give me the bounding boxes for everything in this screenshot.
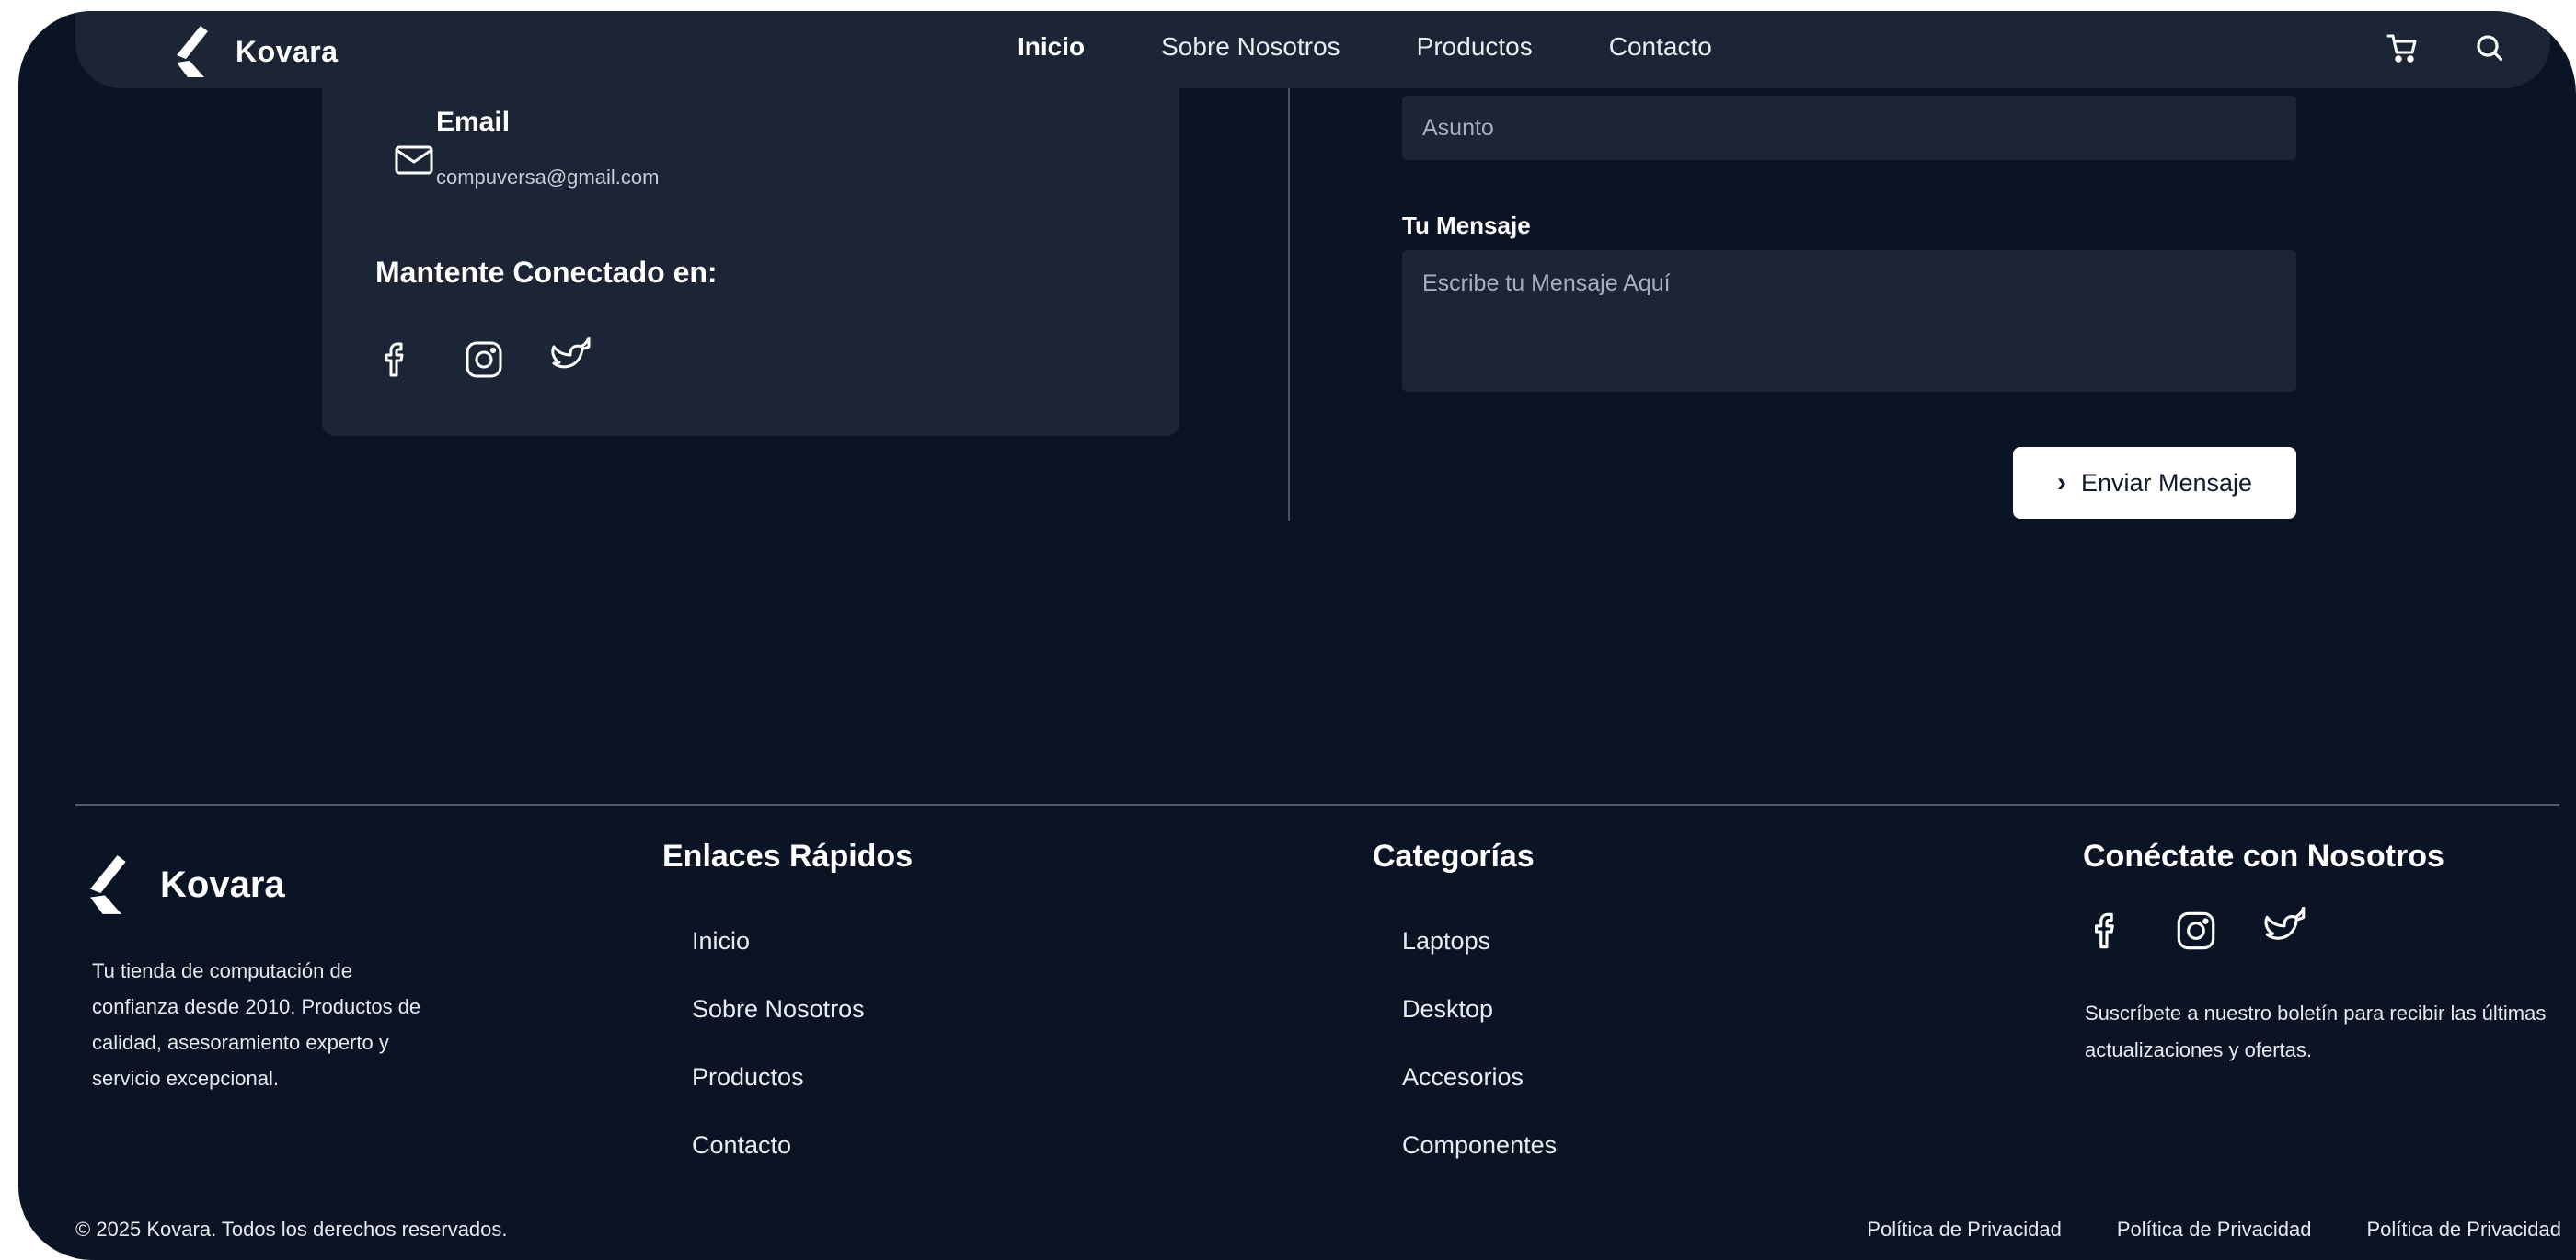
nav-actions xyxy=(2385,29,2508,66)
quick-links-title: Enlaces Rápidos xyxy=(662,839,914,874)
nav-brand[interactable]: Kovara xyxy=(177,26,339,77)
nav-link-inicio[interactable]: Inicio xyxy=(989,26,1113,81)
legal-links: Política de Privacidad Política de Priva… xyxy=(1867,1218,2561,1242)
card-social-links xyxy=(374,337,594,383)
page-frame: Kovara Inicio Sobre Nosotros Productos C… xyxy=(18,11,2576,1260)
categories-title: Categorías xyxy=(1373,839,1535,874)
footer-divider xyxy=(75,804,2559,806)
footer-link-sobre-nosotros[interactable]: Sobre Nosotros xyxy=(692,995,865,1063)
nav-link-contacto[interactable]: Contacto xyxy=(1609,26,1712,72)
category-link-componentes[interactable]: Componentes xyxy=(1402,1131,1557,1199)
footer-social-links xyxy=(2083,907,2309,955)
twitter-icon[interactable] xyxy=(2261,907,2309,955)
kovara-logo-icon xyxy=(90,855,126,914)
footer-link-inicio[interactable]: Inicio xyxy=(692,927,865,995)
privacy-policy-link[interactable]: Política de Privacidad xyxy=(2117,1218,2312,1242)
categories-list: Laptops Desktop Accesorios Componentes xyxy=(1402,927,1557,1199)
nav-menu: Inicio Sobre Nosotros Productos Contacto xyxy=(989,26,1788,81)
copyright-text: © 2025 Kovara. Todos los derechos reserv… xyxy=(75,1218,508,1241)
instagram-icon[interactable] xyxy=(2172,907,2220,955)
facebook-icon[interactable] xyxy=(2083,907,2131,955)
privacy-policy-link[interactable]: Política de Privacidad xyxy=(2366,1218,2561,1242)
category-link-laptops[interactable]: Laptops xyxy=(1402,927,1557,995)
category-link-accesorios[interactable]: Accesorios xyxy=(1402,1063,1557,1131)
nav-link-productos[interactable]: Productos xyxy=(1417,26,1533,72)
subject-input[interactable] xyxy=(1402,96,2296,160)
instagram-icon[interactable] xyxy=(461,337,507,383)
newsletter-text: Suscríbete a nuestro boletín para recibi… xyxy=(2085,1002,2547,1061)
privacy-policy-link[interactable]: Política de Privacidad xyxy=(1867,1218,2062,1242)
section-divider xyxy=(1288,88,1290,521)
email-title: Email xyxy=(436,107,511,137)
mail-icon xyxy=(395,145,433,175)
footer-link-productos[interactable]: Productos xyxy=(692,1063,865,1131)
kovara-logo-icon xyxy=(177,26,208,77)
quick-links-list: Inicio Sobre Nosotros Productos Contacto xyxy=(692,927,865,1199)
send-message-button[interactable]: › Enviar Mensaje xyxy=(2013,447,2296,519)
footer-brand-name: Kovara xyxy=(160,864,285,905)
message-textarea[interactable] xyxy=(1402,250,2296,392)
email-value[interactable]: compuversa@gmail.com xyxy=(436,166,659,189)
chevron-right-icon: › xyxy=(2056,467,2066,498)
category-link-desktop[interactable]: Desktop xyxy=(1402,995,1557,1063)
connected-title: Mantente Conectado en: xyxy=(375,256,718,289)
facebook-icon[interactable] xyxy=(374,337,420,383)
search-icon[interactable] xyxy=(2471,29,2508,66)
connect-title: Conéctate con Nosotros xyxy=(2083,839,2444,874)
nav-brand-name: Kovara xyxy=(236,34,339,68)
footer-description: Tu tienda de computación de confianza de… xyxy=(92,959,421,1090)
message-label: Tu Mensaje xyxy=(1402,212,1531,239)
footer-link-contacto[interactable]: Contacto xyxy=(692,1131,865,1199)
nav-link-sobre-nosotros[interactable]: Sobre Nosotros xyxy=(1161,26,1340,72)
footer-brand[interactable]: Kovara xyxy=(90,855,285,914)
cart-icon[interactable] xyxy=(2385,29,2421,66)
twitter-icon[interactable] xyxy=(548,337,594,383)
send-message-label: Enviar Mensaje xyxy=(2080,468,2253,497)
